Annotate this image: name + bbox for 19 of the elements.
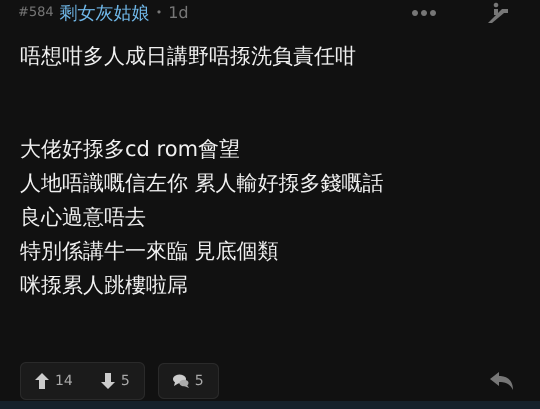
post-number: #584 bbox=[18, 5, 54, 20]
separator-dot: • bbox=[156, 6, 162, 20]
more-icon[interactable] bbox=[412, 10, 436, 16]
post-text-line: 良心過意唔去 bbox=[20, 204, 147, 232]
speech-bubbles-icon bbox=[172, 374, 189, 388]
escalator-icon[interactable] bbox=[486, 0, 510, 25]
upvote-button[interactable]: 14 bbox=[21, 372, 87, 389]
up-arrow-icon bbox=[35, 372, 49, 389]
downvote-button[interactable]: 5 bbox=[86, 372, 144, 389]
post-text-line: 大佬好揼多cd rom會望 bbox=[20, 136, 242, 164]
post-text-line: 唔想咁多人成日講野唔揼洗負責任咁 bbox=[20, 43, 357, 70]
replies-button[interactable]: 5 bbox=[158, 362, 219, 399]
post-age: 1d bbox=[168, 3, 189, 22]
post-text-line: 咪揼累人跳樓啦屌 bbox=[20, 272, 189, 300]
post-text-line: 特別係講牛一來臨 見底個類 bbox=[20, 238, 280, 266]
author-name[interactable]: 剩女灰姑娘 bbox=[60, 0, 150, 25]
post-text-line: 人地唔識嘅信左你 累人輸好揼多錢嘅話 bbox=[20, 170, 385, 198]
reply-icon[interactable] bbox=[490, 372, 514, 390]
down-arrow-icon bbox=[100, 372, 115, 389]
